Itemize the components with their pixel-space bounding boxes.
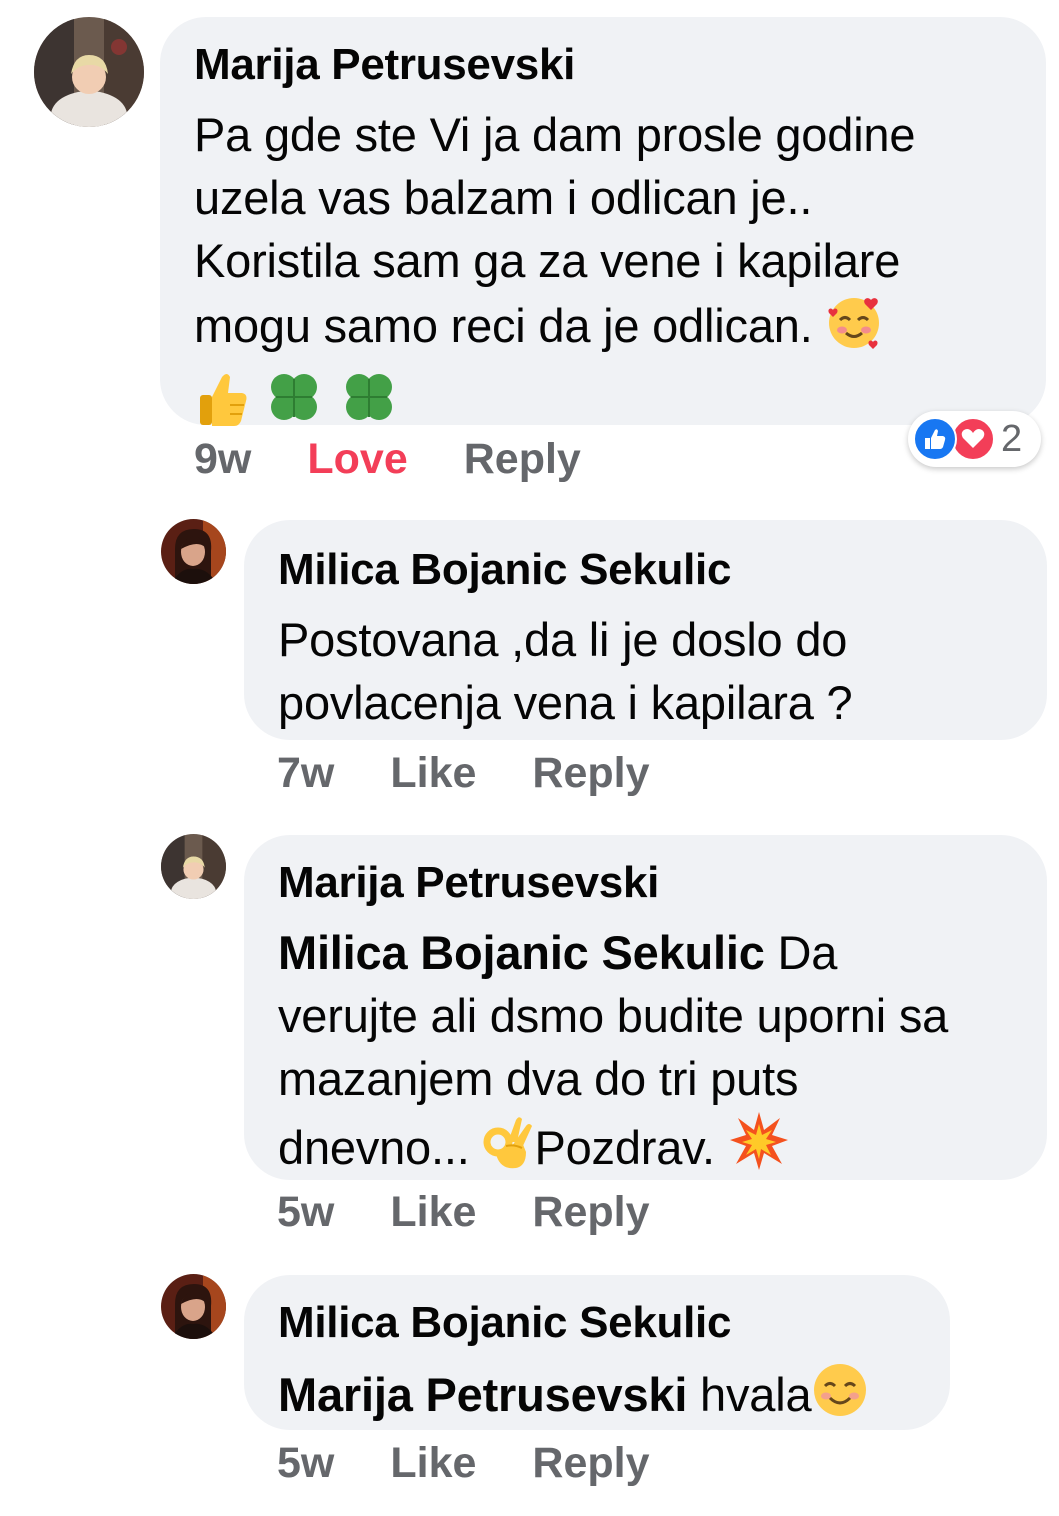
- comment-text-line: uzela vas balzam i odlican je..: [194, 171, 813, 224]
- avatar-milica[interactable]: [161, 519, 226, 584]
- comment-text-segment: hvala: [687, 1368, 812, 1421]
- comment-text-line: mazanjem dva do tri puts: [278, 1052, 799, 1105]
- avatar-milica-image: [161, 519, 226, 584]
- reply-bubble: Milica Bojanic Sekulic Postovana ,da li …: [244, 520, 1047, 740]
- comment-text: Milica Bojanic Sekulic Da verujte ali ds…: [278, 921, 1047, 1187]
- comment-actions: 9w Love Reply: [194, 434, 581, 484]
- four-leaf-clover-icon: [338, 367, 400, 444]
- comment-text: Pa gde ste Vi ja dam prosle godine uzela…: [194, 103, 1046, 433]
- smiling-face-with-hearts-icon: [825, 292, 883, 365]
- reply-bubble: Milica Bojanic Sekulic Marija Petrusevsk…: [244, 1275, 950, 1430]
- comment-author[interactable]: Milica Bojanic Sekulic: [278, 546, 1047, 594]
- like-button[interactable]: Like: [390, 749, 476, 798]
- reply-button[interactable]: Reply: [532, 1439, 649, 1488]
- comment-text-segment: Da: [764, 926, 838, 979]
- comment-text-line: Pa gde ste Vi ja dam prosle godine: [194, 108, 916, 161]
- mention-link[interactable]: Milica Bojanic Sekulic: [278, 926, 765, 979]
- comment-actions: 7w Like Reply: [277, 748, 650, 798]
- reply-bubble: Marija Petrusevski Milica Bojanic Sekuli…: [244, 835, 1047, 1180]
- comment-text-segment: Pozdrav.: [534, 1121, 728, 1174]
- comment-text-line: Postovana ,da li je doslo do: [278, 613, 848, 666]
- reaction-summary[interactable]: 2: [908, 411, 1041, 467]
- four-leaf-clover-icon: [263, 367, 325, 444]
- mention-link[interactable]: Marija Petrusevski: [278, 1368, 687, 1421]
- comment-text-line-with-emoji: mogu samo reci da je odlican.: [194, 292, 1046, 365]
- reaction-count: 2: [1001, 417, 1023, 460]
- comment-author[interactable]: Marija Petrusevski: [194, 41, 1046, 89]
- love-reaction-button[interactable]: Love: [307, 435, 407, 484]
- avatar-milica[interactable]: [161, 1274, 226, 1339]
- comment-bubble: Marija Petrusevski Pa gde ste Vi ja dam …: [160, 17, 1046, 426]
- comment-timestamp[interactable]: 5w: [277, 1439, 334, 1488]
- avatar-marija-image: [34, 17, 144, 127]
- love-reaction-icon: [951, 417, 995, 461]
- comment-author[interactable]: Marija Petrusevski: [278, 859, 1047, 907]
- reply-button[interactable]: Reply: [532, 1188, 649, 1237]
- like-button[interactable]: Like: [390, 1188, 476, 1237]
- comment-timestamp[interactable]: 5w: [277, 1188, 334, 1237]
- thumbs-up-icon: [194, 369, 250, 444]
- comment-text-line: mogu samo reci da je odlican.: [194, 299, 826, 352]
- comment-text-line: Koristila sam ga za vene i kapilare: [194, 234, 901, 287]
- smiling-face-icon: [811, 1361, 869, 1434]
- comment-text-line: povlacenja vena i kapilara ?: [278, 676, 853, 729]
- comment-author[interactable]: Milica Bojanic Sekulic: [278, 1299, 950, 1347]
- ok-hand-icon: [482, 1112, 534, 1187]
- comment-timestamp[interactable]: 7w: [277, 749, 334, 798]
- comment-actions: 5w Like Reply: [277, 1187, 650, 1237]
- comment-text-segment: dnevno...: [278, 1121, 483, 1174]
- comment-text-line: Milica Bojanic Sekulic Da: [278, 921, 1047, 984]
- avatar-marija[interactable]: [161, 834, 226, 899]
- like-button[interactable]: Like: [390, 1439, 476, 1488]
- comment-text-line: dnevno... Pozdrav.: [278, 1110, 1047, 1187]
- collision-icon: [728, 1110, 790, 1187]
- reply-button[interactable]: Reply: [532, 749, 649, 798]
- avatar-marija[interactable]: [34, 17, 144, 127]
- comment-text-line: verujte ali dsmo budite uporni sa: [278, 989, 949, 1042]
- comment-actions: 5w Like Reply: [277, 1438, 650, 1488]
- avatar-milica-image: [161, 1274, 226, 1339]
- comment-text: Marija Petrusevski hvala: [278, 1361, 950, 1434]
- like-reaction-icon: [913, 417, 957, 461]
- avatar-marija-image: [161, 834, 226, 899]
- comment-timestamp[interactable]: 9w: [194, 435, 251, 484]
- comment-text: Postovana ,da li je doslo do povlacenja …: [278, 608, 1047, 734]
- reply-button[interactable]: Reply: [464, 435, 581, 484]
